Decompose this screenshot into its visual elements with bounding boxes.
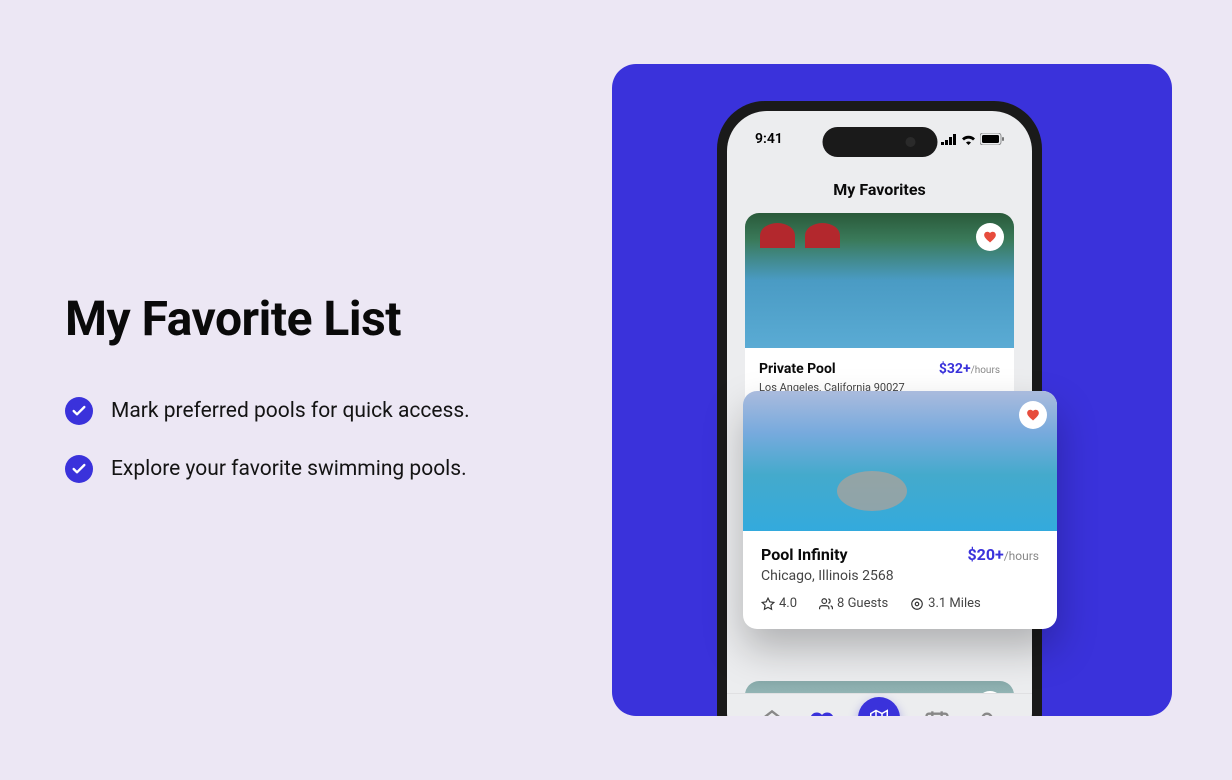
pool-price: $20+ bbox=[967, 545, 1003, 564]
bullet-text: Explore your favorite swimming pools. bbox=[111, 457, 467, 481]
heart-icon bbox=[983, 230, 997, 244]
calendar-icon bbox=[923, 709, 951, 717]
tab-home[interactable] bbox=[758, 709, 786, 717]
rating-value: 4.0 bbox=[779, 596, 797, 611]
pool-card-featured[interactable]: Pool Infinity $20+/hours Chicago, Illino… bbox=[743, 391, 1057, 629]
price-unit: /hours bbox=[971, 365, 1000, 376]
guests-icon bbox=[819, 597, 833, 611]
pool-image bbox=[743, 391, 1057, 531]
user-icon bbox=[973, 709, 1001, 717]
heart-icon bbox=[1026, 408, 1040, 422]
location-icon bbox=[910, 597, 924, 611]
guests-value: 8 Guests bbox=[837, 596, 888, 611]
check-icon bbox=[65, 397, 93, 425]
pool-title: Private Pool bbox=[759, 361, 836, 377]
pool-image bbox=[745, 213, 1014, 348]
check-icon bbox=[65, 455, 93, 483]
distance-value: 3.1 Miles bbox=[928, 596, 981, 611]
pool-location: Chicago, Illinois 2568 bbox=[761, 568, 1039, 584]
hero-title: My Favorite List bbox=[65, 290, 565, 347]
tab-bar bbox=[727, 693, 1032, 716]
bullet-text: Mark preferred pools for quick access. bbox=[111, 399, 470, 423]
tab-calendar[interactable] bbox=[923, 709, 951, 717]
favorite-button[interactable] bbox=[976, 223, 1004, 251]
battery-icon bbox=[980, 133, 1004, 145]
status-icons bbox=[941, 133, 1004, 145]
mockup-panel: 9:41 My Favorites bbox=[612, 64, 1172, 716]
pool-price: $32+ bbox=[939, 361, 971, 377]
tab-favorites[interactable] bbox=[808, 709, 836, 717]
bullet-list: Mark preferred pools for quick access. E… bbox=[65, 397, 565, 483]
heart-icon bbox=[808, 709, 836, 717]
phone-notch bbox=[822, 127, 937, 157]
bullet-item: Mark preferred pools for quick access. bbox=[65, 397, 565, 425]
home-icon bbox=[758, 709, 786, 717]
signal-icon bbox=[941, 134, 957, 145]
pool-title: Pool Infinity bbox=[761, 545, 848, 564]
tab-map[interactable] bbox=[858, 697, 900, 717]
status-time: 9:41 bbox=[755, 131, 783, 147]
favorite-button[interactable] bbox=[1019, 401, 1047, 429]
wifi-icon bbox=[961, 134, 976, 145]
tab-profile[interactable] bbox=[973, 709, 1001, 717]
screen-title: My Favorites bbox=[727, 166, 1032, 213]
bullet-item: Explore your favorite swimming pools. bbox=[65, 455, 565, 483]
star-icon bbox=[761, 597, 775, 611]
price-unit: /hours bbox=[1004, 549, 1039, 563]
map-icon bbox=[870, 709, 888, 717]
